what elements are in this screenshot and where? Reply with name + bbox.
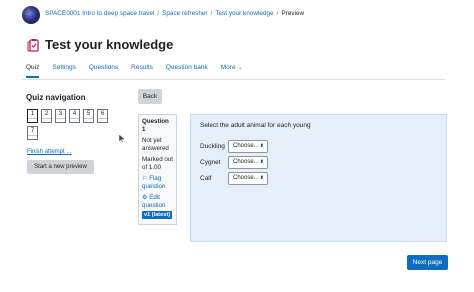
course-avatar <box>22 6 40 24</box>
question-info-panel: Question 1 Not yet answered Marked out o… <box>138 114 177 225</box>
question-grade-line2: of 1.00 <box>142 164 161 171</box>
edit-question-label-1: Edit <box>149 194 160 201</box>
start-new-preview-button[interactable]: Start a new preview <box>27 160 94 174</box>
flag-question-label-2: question <box>142 183 166 190</box>
select-value: Choose... <box>233 143 259 149</box>
question-state-line1: Not yet <box>142 137 162 144</box>
quiz-nav-question-2[interactable]: 2 <box>41 109 52 123</box>
quiz-nav-question-3[interactable]: 3 <box>55 109 66 123</box>
flag-question-label-1: Flag <box>149 175 162 182</box>
match-row-calf: Calf Choose... ⬍ <box>200 172 268 185</box>
edit-question-link[interactable]: ⚙ Edit question <box>142 194 173 210</box>
question-grade-line1: Marked out <box>142 156 173 163</box>
select-value: Choose... <box>233 159 259 165</box>
version-badge: v1 (latest) <box>142 211 173 219</box>
match-select-duckling[interactable]: Choose... ⬍ <box>228 140 268 153</box>
match-select-calf[interactable]: Choose... ⬍ <box>228 172 268 185</box>
tab-quiz[interactable]: Quiz <box>26 64 40 78</box>
finish-attempt-link[interactable]: Finish attempt ... <box>27 149 71 155</box>
tab-question-bank[interactable]: Question bank <box>166 64 208 78</box>
match-row-cygnet: Cygnet Choose... ⬍ <box>200 156 268 169</box>
breadcrumb: SPACE0001 Intro to deep space travel / Spa… <box>45 10 305 17</box>
select-arrows-icon: ⬍ <box>259 143 264 149</box>
secondary-navigation: Quiz Settings Questions Results Question… <box>26 64 255 78</box>
tab-results[interactable]: Results <box>131 64 153 78</box>
select-value: Choose... <box>233 175 259 181</box>
quiz-navigation-heading: Quiz navigation <box>26 93 86 102</box>
question-content: Select the adult animal for each young D… <box>190 114 447 242</box>
match-row-duckling: Duckling Choose... ⬍ <box>200 140 268 153</box>
edit-question-label-2: question <box>142 202 166 209</box>
match-select-cygnet[interactable]: Choose... ⬍ <box>228 156 268 169</box>
quiz-icon <box>27 39 39 52</box>
tab-more-label: More <box>220 64 236 71</box>
mouse-cursor-icon <box>118 133 126 144</box>
question-state-line2: answered <box>142 145 169 152</box>
question-text: Select the adult animal for each young <box>200 122 311 129</box>
tab-divider <box>21 79 445 80</box>
breadcrumb-quiz-link[interactable]: Test your knowledge <box>215 10 273 17</box>
breadcrumb-current: Preview <box>281 10 305 17</box>
tab-questions[interactable]: Questions <box>89 64 118 78</box>
select-arrows-icon: ⬍ <box>259 175 264 181</box>
tab-settings[interactable]: Settings <box>52 64 76 78</box>
quiz-nav-question-6[interactable]: 6 <box>97 109 108 123</box>
quiz-nav-question-5[interactable]: 5 <box>83 109 94 123</box>
match-label: Cygnet <box>200 159 221 166</box>
select-arrows-icon: ⬍ <box>259 159 264 165</box>
match-label: Duckling <box>200 143 225 150</box>
quiz-nav-question-4[interactable]: 4 <box>69 109 80 123</box>
question-number: Question 1 <box>142 118 169 133</box>
breadcrumb-course-link[interactable]: SPACE0001 Intro to deep space travel <box>45 10 154 17</box>
chevron-down-icon: ⌄ <box>236 65 243 71</box>
next-page-button[interactable]: Next page <box>407 255 448 270</box>
match-label: Calf <box>200 175 212 182</box>
page-title: Test your knowledge <box>45 37 174 52</box>
flag-question-link[interactable]: ⚐ Flag question <box>142 175 173 191</box>
tab-more[interactable]: More ⌄ <box>221 64 242 78</box>
quiz-nav-question-1[interactable]: 1 <box>27 109 38 123</box>
breadcrumb-section-link[interactable]: Space refresher <box>162 10 207 17</box>
quiz-nav-question-7[interactable]: 7 <box>27 126 38 140</box>
back-button[interactable]: Back <box>138 89 162 104</box>
